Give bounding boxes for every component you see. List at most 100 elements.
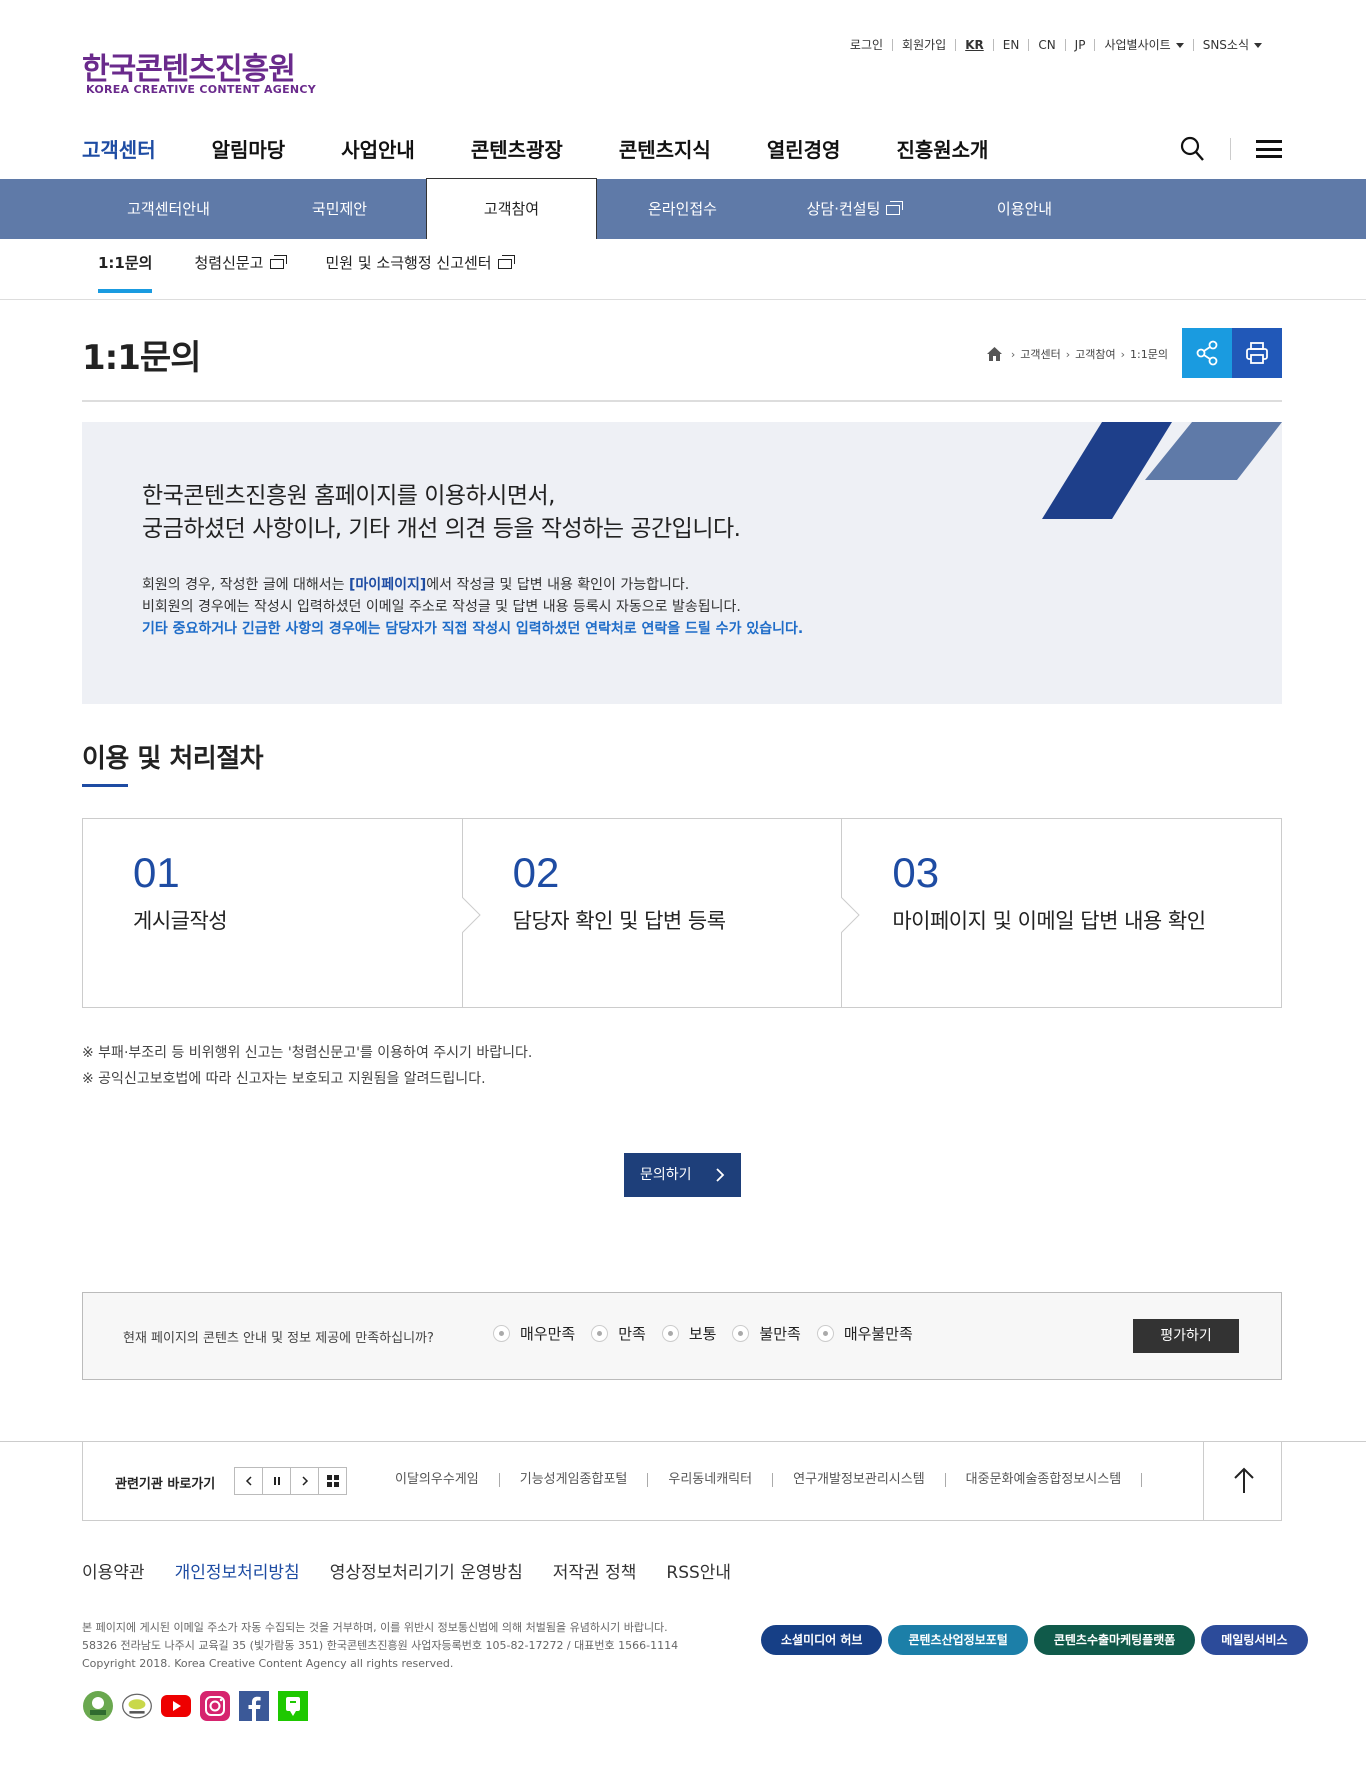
certification-mark-icon — [82, 1690, 114, 1722]
mailing-service-button[interactable]: 메일링서비스 — [1201, 1625, 1308, 1655]
related-link[interactable]: 우리동네캐릭터 — [648, 1473, 774, 1487]
footer-copyright: Copyright 2018. Korea Creative Content A… — [82, 1657, 454, 1670]
step-arrow-icon — [841, 897, 861, 933]
chevron-right-icon: › — [1010, 347, 1016, 361]
lnb-consulting[interactable]: 상담·컨설팅 — [768, 179, 939, 239]
mypage-link[interactable]: [마이페이지] — [349, 577, 426, 593]
home-icon[interactable] — [986, 347, 1002, 361]
chevron-right-icon — [716, 1168, 725, 1182]
signup-link[interactable]: 회원가입 — [892, 39, 955, 51]
scroll-top-button[interactable] — [1203, 1441, 1283, 1521]
login-link[interactable]: 로그인 — [841, 39, 892, 51]
business-sites-dropdown[interactable]: 사업별사이트 — [1094, 39, 1192, 51]
radio-button[interactable] — [816, 1325, 834, 1342]
survey-option-very-dissatisfied[interactable]: 매우불만족 — [816, 1323, 913, 1344]
instagram-icon[interactable] — [199, 1690, 231, 1722]
related-link[interactable]: 대중문화예술종합정보시스템 — [946, 1473, 1143, 1487]
related-link[interactable]: 연구개발정보관리시스템 — [773, 1473, 946, 1487]
lnb-usage-guide[interactable]: 이용안내 — [939, 179, 1110, 239]
next-button[interactable] — [290, 1467, 319, 1495]
related-link[interactable]: 기능성게임종합포털 — [500, 1473, 649, 1487]
rss-link[interactable]: RSS안내 — [666, 1558, 731, 1583]
lang-kr-link[interactable]: KR — [955, 39, 993, 51]
survey-option-satisfied[interactable]: 만족 — [591, 1323, 646, 1344]
step-text: 게시글작성 — [133, 909, 228, 933]
gnb-customer-center[interactable]: 고객센터 — [82, 134, 156, 163]
search-icon[interactable] — [1180, 136, 1204, 162]
lnb-consulting-label: 상담·컨설팅 — [806, 200, 881, 218]
satisfaction-survey: 현재 페이지의 콘텐츠 안내 및 정보 제공에 만족하십니까? 매우만족 만족 … — [82, 1292, 1282, 1380]
privacy-policy-link[interactable]: 개인정보처리방침 — [175, 1558, 300, 1583]
gnb-content-plaza[interactable]: 콘텐츠광장 — [471, 134, 563, 163]
inquiry-button[interactable]: 문의하기 — [624, 1153, 741, 1197]
lang-cn-link[interactable]: CN — [1028, 39, 1064, 51]
radio-button[interactable] — [732, 1325, 750, 1342]
radio-button[interactable] — [591, 1325, 609, 1342]
blog-icon[interactable] — [277, 1690, 309, 1722]
title-accent-bar — [82, 784, 128, 787]
rate-button[interactable]: 평가하기 — [1133, 1319, 1239, 1353]
facebook-icon[interactable] — [238, 1690, 270, 1722]
view-all-button[interactable] — [318, 1467, 347, 1495]
radio-button[interactable] — [493, 1325, 510, 1342]
sns-news-dropdown[interactable]: SNS소식 — [1192, 38, 1271, 52]
copyright-policy-link[interactable]: 저작권 정책 — [553, 1558, 637, 1583]
tabs-divider — [0, 299, 1366, 300]
gnb-notice[interactable]: 알림마당 — [212, 134, 286, 163]
lnb-online-reception[interactable]: 온라인접수 — [597, 179, 768, 239]
chevron-right-icon: › — [1065, 347, 1071, 361]
export-marketing-platform-button[interactable]: 콘텐츠수출마케팅플랫폼 — [1033, 1625, 1196, 1655]
breadcrumb-item[interactable]: 고객참여 — [1075, 346, 1115, 362]
gnb-open-management[interactable]: 열린경영 — [767, 134, 841, 163]
survey-option-very-satisfied[interactable]: 매우만족 — [493, 1323, 575, 1344]
lnb-center-info[interactable]: 고객센터안내 — [83, 179, 254, 239]
hamburger-menu-icon[interactable] — [1256, 140, 1282, 158]
related-sites-links: 이달의우수게임 기능성게임종합포털 우리동네캐릭터 연구개발정보관리시스템 대중… — [395, 1473, 1143, 1487]
step-number: 02 — [512, 849, 560, 896]
intro-text-b: 에서 작성글 및 답변 내용 확인이 가능합니다. — [426, 577, 690, 593]
lnb-public-proposal[interactable]: 국민제안 — [254, 179, 425, 239]
radio-button[interactable] — [661, 1325, 679, 1342]
lang-en-link[interactable]: EN — [992, 39, 1029, 51]
chevron-right-icon: › — [1120, 347, 1126, 361]
intro-box: 한국콘텐츠진흥원 홈페이지를 이용하시면서, 궁금하셨던 사항이나, 기타 개선… — [82, 422, 1282, 704]
tab-inquiry[interactable]: 1:1문의 — [98, 252, 153, 293]
tab-integrity-report[interactable]: 청렴신문고 — [194, 252, 287, 285]
pause-button[interactable] — [262, 1467, 291, 1495]
tab-integrity-label: 청렴신문고 — [194, 254, 264, 272]
share-button[interactable] — [1182, 328, 1232, 378]
gnb-about[interactable]: 진흥원소개 — [896, 134, 988, 163]
lnb-customer-participation[interactable]: 고객참여 — [426, 178, 597, 239]
decorative-stripes — [1042, 422, 1282, 519]
content-industry-portal-button[interactable]: 콘텐츠산업정보포털 — [888, 1625, 1028, 1655]
header-divider — [1230, 138, 1231, 160]
gnb-content-knowledge[interactable]: 콘텐츠지식 — [619, 134, 711, 163]
gnb-business[interactable]: 사업안내 — [341, 134, 415, 163]
lang-jp-link[interactable]: JP — [1064, 39, 1095, 51]
youtube-icon[interactable] — [160, 1690, 192, 1722]
step-arrow-icon — [461, 897, 481, 933]
cctv-policy-link[interactable]: 영상정보처리기기 운영방침 — [330, 1558, 523, 1583]
intro-emphasis: 기타 중요하거나 긴급한 사항의 경우에는 담당자가 직접 작성시 입력하셨던 … — [142, 621, 804, 637]
print-button[interactable] — [1232, 328, 1282, 378]
sns-news-label: SNS소식 — [1202, 38, 1249, 52]
main-nav: 고객센터 알림마당 사업안내 콘텐츠광장 콘텐츠지식 열린경영 진흥원소개 — [82, 134, 1044, 163]
footer-address: 58326 전라남도 나주시 교육길 35 (빛가람동 351) 한국콘텐츠진흥… — [82, 1639, 679, 1652]
title-divider — [82, 400, 1282, 402]
logo-title[interactable]: 한국콘텐츠진흥원 — [82, 44, 296, 88]
external-window-icon — [886, 200, 904, 215]
social-media-hub-button[interactable]: 소셜미디어 허브 — [761, 1625, 883, 1655]
tab-complaint-center[interactable]: 민원 및 소극행정 신고센터 — [325, 252, 515, 285]
logo-subtitle: KOREA CREATIVE CONTENT AGENCY — [86, 83, 317, 96]
terms-link[interactable]: 이용약관 — [82, 1558, 145, 1583]
process-title: 이용 및 처리절차 — [82, 744, 264, 774]
caret-down-icon — [1254, 43, 1262, 48]
share-icon — [1196, 340, 1218, 366]
related-sites-bar: 관련기관 바로가기 이달의우수게임 기능성게임종합포털 우리동네캐릭터 연구개발… — [82, 1441, 1282, 1521]
breadcrumb-item[interactable]: 고객센터 — [1020, 346, 1060, 362]
related-link[interactable]: 이달의우수게임 — [395, 1473, 500, 1487]
survey-option-dissatisfied[interactable]: 불만족 — [732, 1323, 801, 1344]
tab-complaint-label: 민원 및 소극행정 신고센터 — [325, 254, 492, 272]
survey-option-neutral[interactable]: 보통 — [661, 1323, 716, 1344]
prev-button[interactable] — [234, 1467, 263, 1495]
